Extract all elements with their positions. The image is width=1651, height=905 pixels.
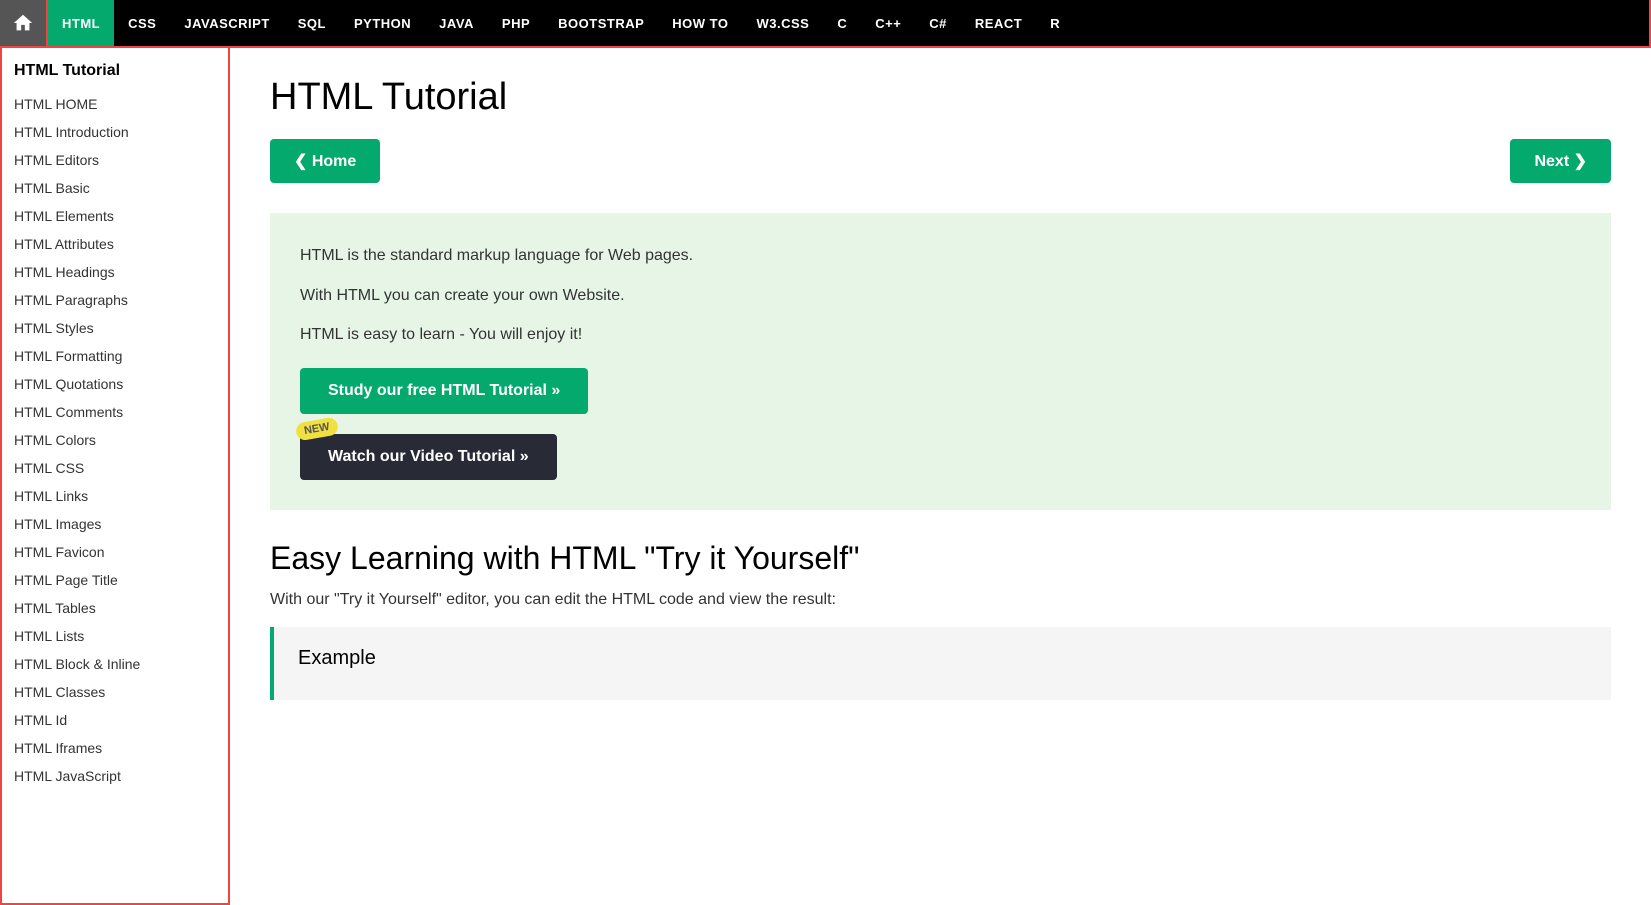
- nav-item-html[interactable]: HTML: [48, 0, 114, 46]
- body-layout: HTML Tutorial HTML HOMEHTML Introduction…: [0, 46, 1651, 905]
- nav-item-c++[interactable]: C++: [861, 0, 915, 46]
- sidebar-link[interactable]: HTML Tables: [2, 594, 228, 622]
- home-button[interactable]: ❮ Home: [270, 139, 380, 183]
- nav-item-javascript[interactable]: JAVASCRIPT: [170, 0, 283, 46]
- sidebar-link[interactable]: HTML Block & Inline: [2, 650, 228, 678]
- sidebar-link[interactable]: HTML Styles: [2, 314, 228, 342]
- sidebar-link[interactable]: HTML Comments: [2, 398, 228, 426]
- info-box: HTML is the standard markup language for…: [270, 213, 1611, 510]
- sidebar-link[interactable]: HTML Classes: [2, 678, 228, 706]
- sidebar: HTML Tutorial HTML HOMEHTML Introduction…: [0, 46, 230, 905]
- sidebar-link[interactable]: HTML CSS: [2, 454, 228, 482]
- sidebar-link[interactable]: HTML Editors: [2, 146, 228, 174]
- sidebar-link[interactable]: HTML JavaScript: [2, 762, 228, 790]
- sidebar-link[interactable]: HTML Lists: [2, 622, 228, 650]
- nav-item-php[interactable]: PHP: [488, 0, 544, 46]
- info-line-1: HTML is the standard markup language for…: [300, 243, 1581, 269]
- nav-item-r[interactable]: R: [1036, 0, 1074, 46]
- sidebar-link[interactable]: HTML Iframes: [2, 734, 228, 762]
- sidebar-link[interactable]: HTML Quotations: [2, 370, 228, 398]
- nav-item-c#[interactable]: C#: [915, 0, 961, 46]
- home-icon: [12, 12, 34, 34]
- sidebar-link[interactable]: HTML Paragraphs: [2, 286, 228, 314]
- sidebar-link[interactable]: HTML Favicon: [2, 538, 228, 566]
- sidebar-link[interactable]: HTML Elements: [2, 202, 228, 230]
- sidebar-link[interactable]: HTML Id: [2, 706, 228, 734]
- nav-item-how-to[interactable]: HOW TO: [658, 0, 742, 46]
- easy-learning-title: Easy Learning with HTML "Try it Yourself…: [270, 540, 1611, 577]
- next-button[interactable]: Next ❯: [1510, 139, 1611, 183]
- nav-items-container: HTMLCSSJAVASCRIPTSQLPYTHONJAVAPHPBOOTSTR…: [46, 0, 1651, 48]
- nav-item-w3.css[interactable]: W3.CSS: [742, 0, 823, 46]
- top-navigation: HTMLCSSJAVASCRIPTSQLPYTHONJAVAPHPBOOTSTR…: [0, 0, 1651, 46]
- sidebar-link[interactable]: HTML Formatting: [2, 342, 228, 370]
- example-label: Example: [298, 647, 1587, 670]
- sidebar-link[interactable]: HTML Colors: [2, 426, 228, 454]
- easy-learning-section: Easy Learning with HTML "Try it Yourself…: [270, 540, 1611, 700]
- study-button[interactable]: Study our free HTML Tutorial »: [300, 368, 588, 414]
- sidebar-link[interactable]: HTML Introduction: [2, 118, 228, 146]
- video-button-wrapper: NEW Watch our Video Tutorial »: [300, 434, 557, 480]
- sidebar-link[interactable]: HTML Page Title: [2, 566, 228, 594]
- info-line-2: With HTML you can create your own Websit…: [300, 283, 1581, 309]
- sidebar-link[interactable]: HTML HOME: [2, 90, 228, 118]
- sidebar-link[interactable]: HTML Headings: [2, 258, 228, 286]
- easy-learning-desc: With our "Try it Yourself" editor, you c…: [270, 591, 1611, 609]
- sidebar-links: HTML HOMEHTML IntroductionHTML EditorsHT…: [2, 90, 228, 790]
- nav-buttons: ❮ Home Next ❯: [270, 139, 1611, 183]
- main-content: HTML Tutorial ❮ Home Next ❯ HTML is the …: [230, 46, 1651, 905]
- home-icon-button[interactable]: [0, 0, 46, 46]
- sidebar-link[interactable]: HTML Images: [2, 510, 228, 538]
- video-button[interactable]: Watch our Video Tutorial »: [300, 434, 557, 480]
- nav-item-c[interactable]: C: [823, 0, 861, 46]
- sidebar-link[interactable]: HTML Basic: [2, 174, 228, 202]
- nav-item-python[interactable]: PYTHON: [340, 0, 425, 46]
- sidebar-link[interactable]: HTML Links: [2, 482, 228, 510]
- example-box: Example: [270, 627, 1611, 700]
- nav-item-sql[interactable]: SQL: [284, 0, 340, 46]
- page-title: HTML Tutorial: [270, 76, 1611, 119]
- sidebar-title: HTML Tutorial: [2, 48, 228, 90]
- nav-item-java[interactable]: JAVA: [425, 0, 488, 46]
- nav-item-bootstrap[interactable]: BOOTSTRAP: [544, 0, 658, 46]
- sidebar-link[interactable]: HTML Attributes: [2, 230, 228, 258]
- info-line-3: HTML is easy to learn - You will enjoy i…: [300, 322, 1581, 348]
- nav-item-css[interactable]: CSS: [114, 0, 170, 46]
- nav-item-react[interactable]: REACT: [961, 0, 1036, 46]
